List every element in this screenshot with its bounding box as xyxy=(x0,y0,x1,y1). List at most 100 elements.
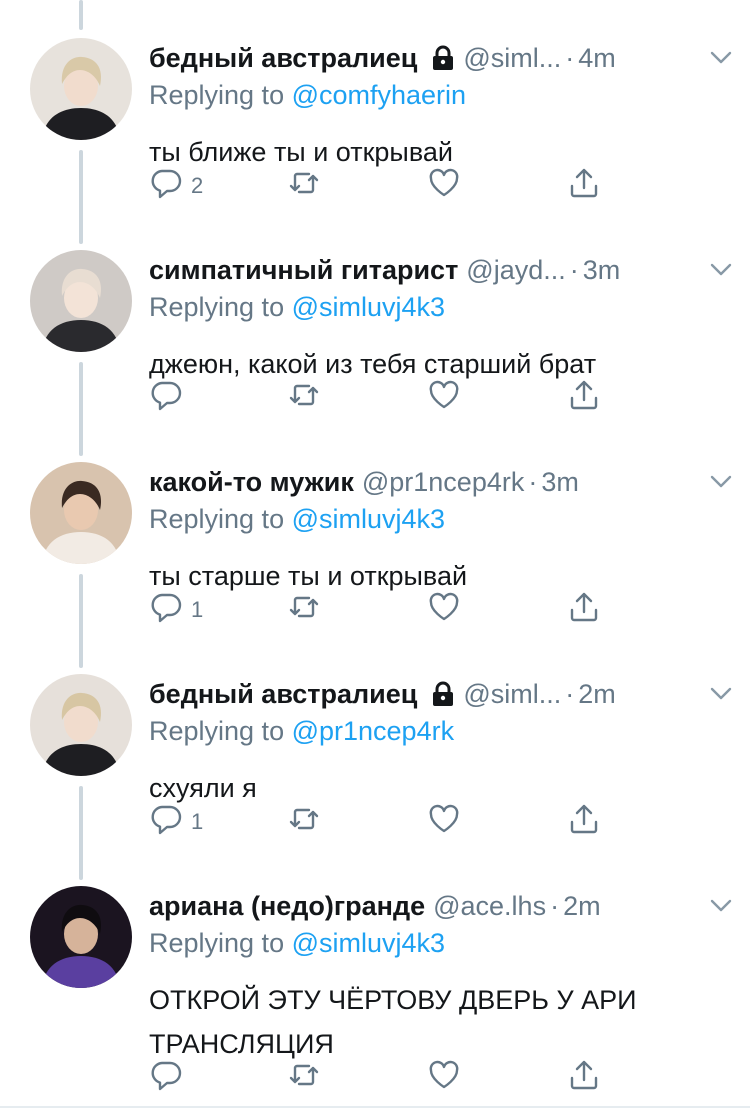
chevron-down-icon[interactable] xyxy=(708,468,734,494)
action-bar: 2 xyxy=(149,168,609,204)
heart-icon xyxy=(427,802,461,842)
timestamp[interactable]: 2m xyxy=(578,679,616,710)
share-icon xyxy=(567,802,601,842)
tweet-header: ариана (недо)гранде @ace.lhs · 2m xyxy=(149,886,730,926)
retweet-button[interactable] xyxy=(287,804,321,840)
handle[interactable]: @ace.lhs xyxy=(433,891,546,922)
reply-count: 2 xyxy=(191,173,204,198)
retweet-button[interactable] xyxy=(287,380,321,416)
like-button[interactable] xyxy=(427,168,461,204)
share-icon xyxy=(567,590,601,630)
handle[interactable]: @siml... xyxy=(463,679,561,710)
retweet-icon xyxy=(287,1058,321,1098)
replying-to: Replying to @simluvj4k3 xyxy=(149,928,445,959)
reply-icon xyxy=(149,378,183,418)
like-button[interactable] xyxy=(427,592,461,628)
retweet-icon xyxy=(287,802,321,842)
chevron-down-icon[interactable] xyxy=(708,44,734,70)
display-name[interactable]: бедный австралиец xyxy=(149,679,417,710)
retweet-button[interactable] xyxy=(287,592,321,628)
timestamp[interactable]: 2m xyxy=(563,891,601,922)
share-button[interactable] xyxy=(567,592,601,628)
separator-dot: · xyxy=(565,42,575,73)
replying-label: Replying to xyxy=(149,928,292,958)
lock-icon xyxy=(431,45,455,71)
reply-button[interactable]: 1 xyxy=(149,592,203,628)
replying-to: Replying to @comfyhaerin xyxy=(149,80,466,111)
handle[interactable]: @siml... xyxy=(463,43,561,74)
tweet[interactable]: бедный австралиец @siml... · 4m Replying… xyxy=(0,38,750,199)
avatar[interactable] xyxy=(30,674,132,776)
timestamp[interactable]: 3m xyxy=(583,255,621,286)
tweet[interactable]: симпатичный гитарист @jayd... · 3m Reply… xyxy=(0,250,750,411)
reply-button[interactable] xyxy=(149,380,191,416)
mention-link[interactable]: @simluvj4k3 xyxy=(292,504,445,534)
action-bar: 1 xyxy=(149,804,609,840)
action-bar: 1 xyxy=(149,592,609,628)
reply-button[interactable]: 1 xyxy=(149,804,203,840)
avatar[interactable] xyxy=(30,38,132,140)
tweet-text: ОТКРОЙ ЭТУ ЧЁРТОВУ ДВЕРЬ У АРИ ТРАНСЛЯЦИЯ xyxy=(149,978,709,1066)
avatar[interactable] xyxy=(30,462,132,564)
chevron-down-icon[interactable] xyxy=(708,256,734,282)
retweet-icon xyxy=(287,378,321,418)
share-button[interactable] xyxy=(567,804,601,840)
retweet-button[interactable] xyxy=(287,1060,321,1096)
replying-label: Replying to xyxy=(149,80,292,110)
action-bar xyxy=(149,1060,609,1096)
separator-dot: · xyxy=(565,678,575,709)
avatar[interactable] xyxy=(30,250,132,352)
heart-icon xyxy=(427,166,461,206)
timestamp[interactable]: 4m xyxy=(578,43,616,74)
reply-count: 1 xyxy=(191,809,204,834)
tweet[interactable]: какой-то мужик @pr1ncep4rk · 3m Replying… xyxy=(0,462,750,623)
retweet-button[interactable] xyxy=(287,168,321,204)
heart-icon xyxy=(427,590,461,630)
share-button[interactable] xyxy=(567,1060,601,1096)
reply-icon xyxy=(149,590,183,630)
like-button[interactable] xyxy=(427,1060,461,1096)
action-bar xyxy=(149,380,609,416)
share-icon xyxy=(567,1058,601,1098)
avatar[interactable] xyxy=(30,886,132,988)
display-name[interactable]: симпатичный гитарист xyxy=(149,255,458,286)
tweet-header: симпатичный гитарист @jayd... · 3m xyxy=(149,250,730,290)
reply-button[interactable] xyxy=(149,1060,191,1096)
mention-link[interactable]: @pr1ncep4rk xyxy=(292,716,455,746)
share-button[interactable] xyxy=(567,380,601,416)
tweet-text-line: ОТКРОЙ ЭТУ ЧЁРТОВУ ДВЕРЬ У АРИ xyxy=(149,985,637,1015)
heart-icon xyxy=(427,378,461,418)
tweet[interactable]: ариана (недо)гранде @ace.lhs · 2m Replyi… xyxy=(0,886,750,1091)
display-name[interactable]: бедный австралиец xyxy=(149,43,417,74)
replying-label: Replying to xyxy=(149,716,292,746)
tweet-header: какой-то мужик @pr1ncep4rk · 3m xyxy=(149,462,730,502)
handle[interactable]: @pr1ncep4rk xyxy=(362,467,525,498)
separator-dot: · xyxy=(528,466,538,497)
replying-label: Replying to xyxy=(149,292,292,322)
like-button[interactable] xyxy=(427,804,461,840)
share-icon xyxy=(567,378,601,418)
like-button[interactable] xyxy=(427,380,461,416)
separator-dot: · xyxy=(569,254,579,285)
mention-link[interactable]: @comfyhaerin xyxy=(292,80,466,110)
timestamp[interactable]: 3m xyxy=(541,467,579,498)
chevron-down-icon[interactable] xyxy=(708,892,734,918)
lock-icon xyxy=(431,681,455,707)
share-icon xyxy=(567,166,601,206)
retweet-icon xyxy=(287,166,321,206)
mention-link[interactable]: @simluvj4k3 xyxy=(292,292,445,322)
handle[interactable]: @jayd... xyxy=(466,255,565,286)
share-button[interactable] xyxy=(567,168,601,204)
retweet-icon xyxy=(287,590,321,630)
tweet[interactable]: бедный австралиец @siml... · 2m Replying… xyxy=(0,674,750,835)
mention-link[interactable]: @simluvj4k3 xyxy=(292,928,445,958)
reply-icon xyxy=(149,1058,183,1098)
reply-icon xyxy=(149,166,183,206)
heart-icon xyxy=(427,1058,461,1098)
chevron-down-icon[interactable] xyxy=(708,680,734,706)
display-name[interactable]: какой-то мужик xyxy=(149,467,354,498)
display-name[interactable]: ариана (недо)гранде xyxy=(149,891,425,922)
replying-to: Replying to @pr1ncep4rk xyxy=(149,716,454,747)
reply-button[interactable]: 2 xyxy=(149,168,203,204)
replying-to: Replying to @simluvj4k3 xyxy=(149,504,445,535)
